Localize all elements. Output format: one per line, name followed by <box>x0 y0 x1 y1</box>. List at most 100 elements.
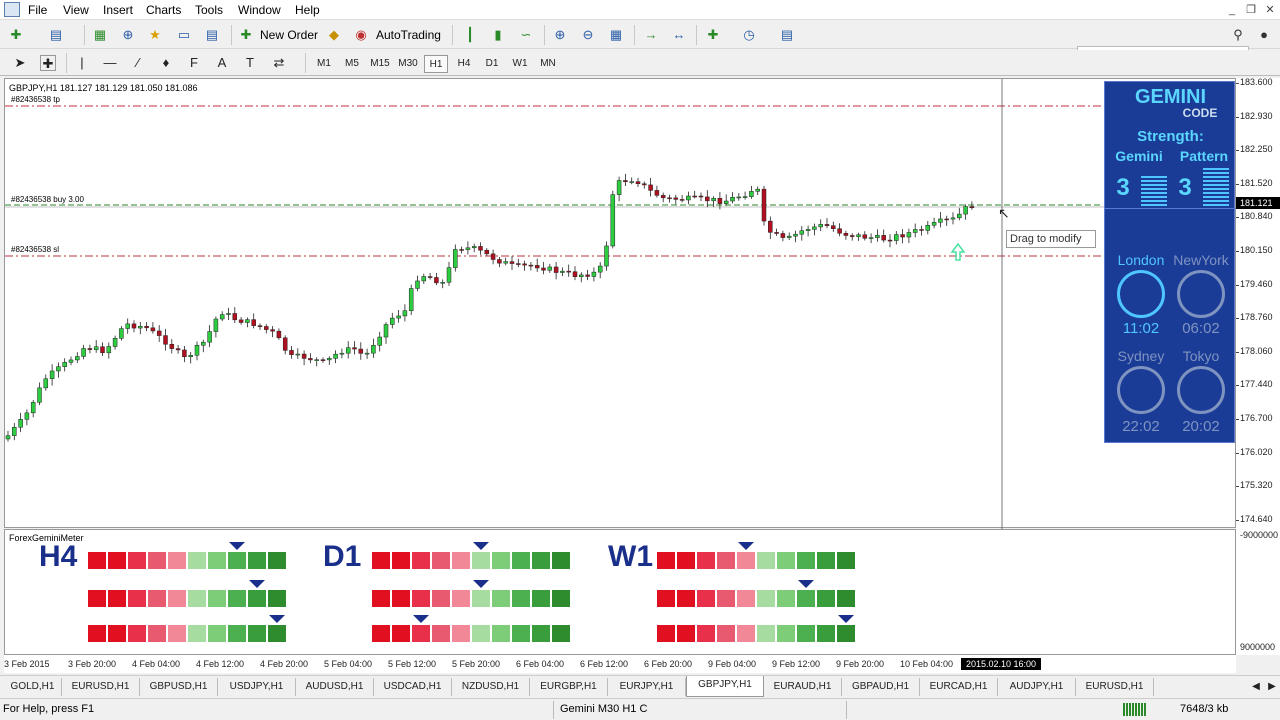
candle-body <box>453 249 458 268</box>
menu-help[interactable]: Help <box>295 3 320 17</box>
text-label-icon[interactable]: T <box>242 55 258 71</box>
menu-insert[interactable]: Insert <box>103 3 133 17</box>
indicators-icon[interactable]: ✚ <box>705 27 721 43</box>
tf-w1[interactable]: W1 <box>508 55 532 73</box>
tab-scroll-left-icon[interactable]: ◀ <box>1248 679 1264 695</box>
autotrading-icon[interactable]: ◉ <box>353 27 369 43</box>
chart-tab[interactable]: EURAUD,H1 <box>764 678 842 696</box>
tf-h1[interactable]: H1 <box>424 55 448 73</box>
meter-cell <box>208 552 226 569</box>
crosshair-icon[interactable]: ✚ <box>40 55 56 71</box>
candles-canvas <box>5 79 1237 529</box>
meter-cell <box>412 590 430 607</box>
menu-tools[interactable]: Tools <box>195 3 223 17</box>
meter-arrow-icon <box>838 615 854 623</box>
chart-tab[interactable]: GBPAUD,H1 <box>842 678 920 696</box>
terminal-icon[interactable]: ▭ <box>176 27 192 43</box>
tf-mn[interactable]: MN <box>536 55 560 73</box>
candlestick-icon[interactable]: ▮ <box>490 27 506 43</box>
menu-window[interactable]: Window <box>238 3 281 17</box>
chart-tab[interactable]: AUDJPY,H1 <box>998 678 1076 696</box>
meter-cell <box>737 625 755 642</box>
candle-body <box>503 261 508 264</box>
navigator-star-icon[interactable]: ★ <box>147 27 163 43</box>
candle-body <box>390 317 395 325</box>
search-icon[interactable]: ⚲ <box>1230 27 1246 43</box>
meter-cell <box>837 552 855 569</box>
menu-view[interactable]: View <box>63 3 89 17</box>
account-icon[interactable]: ● <box>1256 27 1272 43</box>
new-order-button[interactable]: New Order <box>260 25 318 45</box>
chart-tab[interactable]: EURCAD,H1 <box>920 678 998 696</box>
close-icon[interactable]: ✕ <box>1262 3 1278 17</box>
periods-clock-icon[interactable]: ◷ <box>741 27 757 43</box>
status-divider <box>846 701 847 719</box>
channel-icon[interactable]: ♦ <box>158 55 174 71</box>
chart-tab[interactable]: GBPJPY,H1 <box>686 676 764 697</box>
sl-label: #82436538 sl <box>11 245 60 254</box>
chart-tab[interactable]: EURGBP,H1 <box>530 678 608 696</box>
candle-body <box>654 190 660 196</box>
autotrading-button[interactable]: AutoTrading <box>376 25 441 45</box>
new-order-icon[interactable]: ✚ <box>238 27 254 43</box>
menu-charts[interactable]: Charts <box>146 3 181 17</box>
candle-body <box>648 184 653 191</box>
chart-tab[interactable]: AUDUSD,H1 <box>296 678 374 696</box>
candle-body <box>818 224 823 228</box>
candle-body <box>18 419 23 428</box>
meter-cell <box>432 590 450 607</box>
price-chart[interactable]: GBPJPY,H1 181.127 181.129 181.050 181.08… <box>4 78 1237 529</box>
tf-m30[interactable]: M30 <box>396 55 420 73</box>
arrows-icon[interactable]: ⇄ <box>271 55 287 71</box>
crosshair-target-icon[interactable]: ⊕ <box>120 27 136 43</box>
zoom-out-icon[interactable]: ⊖ <box>580 27 596 43</box>
candle-body <box>938 218 943 223</box>
trendline-icon[interactable]: ∕ <box>130 55 146 71</box>
tab-scroll-right-icon[interactable]: ▶ <box>1264 679 1280 695</box>
tf-m5[interactable]: M5 <box>340 55 364 73</box>
chart-tab[interactable]: NZDUSD,H1 <box>452 678 530 696</box>
cursor-icon[interactable]: ➤ <box>12 55 28 71</box>
profiles-icon[interactable]: ▤ <box>48 27 64 43</box>
chart-tab[interactable]: GBPUSD,H1 <box>140 678 218 696</box>
new-chart-icon[interactable]: ✚ <box>8 27 24 43</box>
fibonacci-icon[interactable]: F <box>186 55 202 71</box>
autoscroll-icon[interactable]: → <box>643 27 659 43</box>
app-icon[interactable] <box>4 2 20 17</box>
price-axis-tick <box>1236 351 1239 353</box>
meter-cell <box>817 552 835 569</box>
price-axis: 183.600 182.930 182.250 181.520 180.840 180.1… <box>1236 77 1280 655</box>
candle-body <box>24 412 30 420</box>
menu-file[interactable]: File <box>28 3 47 17</box>
chart-tab[interactable]: USDCAD,H1 <box>374 678 452 696</box>
text-icon[interactable]: A <box>214 55 230 71</box>
candle-body <box>68 359 74 363</box>
zoom-in-icon[interactable]: ⊕ <box>552 27 568 43</box>
horizontal-line-icon[interactable]: — <box>102 55 118 71</box>
chart-shift-icon[interactable]: ↔ <box>671 27 687 43</box>
market-watch-icon[interactable]: ▦ <box>92 27 108 43</box>
restore-icon[interactable]: ❐ <box>1243 3 1259 17</box>
vertical-line-icon[interactable]: | <box>74 55 90 71</box>
candle-body <box>843 233 849 236</box>
minimize-icon[interactable]: _ <box>1224 3 1240 17</box>
tile-windows-icon[interactable]: ▦ <box>608 27 624 43</box>
tf-m15[interactable]: M15 <box>368 55 392 73</box>
meter-cell <box>797 552 815 569</box>
tf-d1[interactable]: D1 <box>480 55 504 73</box>
candle-body <box>459 249 464 251</box>
bar-chart-icon[interactable]: ┃ <box>462 27 478 43</box>
chart-tab[interactable]: EURUSD,H1 <box>1076 678 1154 696</box>
chart-tab[interactable]: GOLD,H1 <box>4 678 62 696</box>
templates-icon[interactable]: ▤ <box>779 27 795 43</box>
chart-tab[interactable]: EURJPY,H1 <box>608 678 686 696</box>
chart-tab[interactable]: USDJPY,H1 <box>218 678 296 696</box>
meta-editor-icon[interactable]: ◆ <box>326 27 342 43</box>
chart-tab[interactable]: EURUSD,H1 <box>62 678 140 696</box>
tester-icon[interactable]: ▤ <box>204 27 220 43</box>
tf-m1[interactable]: M1 <box>312 55 336 73</box>
tf-h4[interactable]: H4 <box>452 55 476 73</box>
candle-body <box>308 358 313 361</box>
price-axis-label: 175.320 <box>1240 480 1273 491</box>
line-chart-icon[interactable]: ∽ <box>518 27 534 43</box>
